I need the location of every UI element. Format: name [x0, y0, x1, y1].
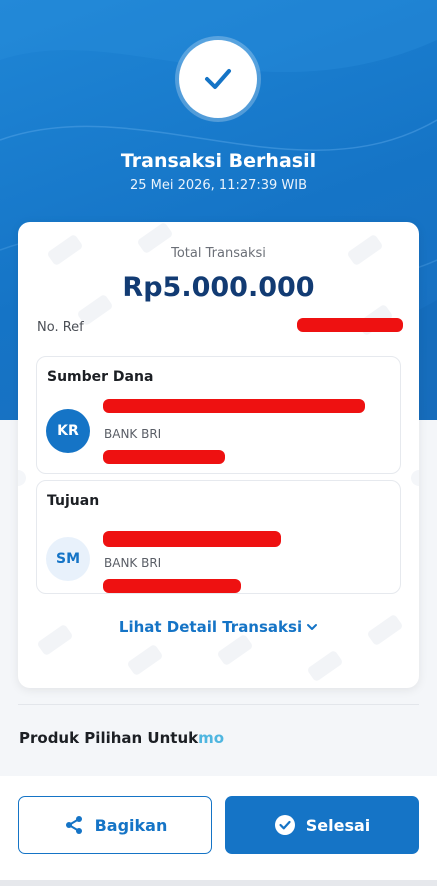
share-button-label: Bagikan [94, 815, 168, 835]
source-of-funds-section: Sumber Dana KR BANK BRI [36, 356, 401, 474]
avatar: SM [46, 537, 90, 581]
receipt-card: Total Transaksi Rp5.000.000 No. Ref Sumb… [18, 222, 419, 688]
done-button-label: Selesai [305, 815, 371, 835]
product-recommendations-title: Produk Pilihan Untukmo [19, 729, 224, 747]
view-transaction-detail-link[interactable]: Lihat Detail Transaksi [18, 618, 419, 637]
destination-bank: BANK BRI [104, 556, 162, 570]
check-circle-icon [274, 814, 296, 836]
source-bank: BANK BRI [104, 427, 162, 441]
chevron-down-icon [306, 619, 318, 637]
redacted-source-name [103, 399, 365, 413]
success-check-badge [179, 40, 257, 118]
brand-logo: mo [198, 729, 225, 747]
destination-title: Tujuan [47, 493, 100, 509]
redacted-ref-number [297, 318, 403, 332]
total-amount: Rp5.000.000 [122, 272, 315, 303]
redacted-destination-account [103, 579, 241, 593]
status-title: Transaksi Berhasil [120, 150, 317, 172]
done-button[interactable]: Selesai [225, 796, 419, 854]
destination-section: Tujuan SM BANK BRI [36, 480, 401, 594]
redacted-source-account [103, 450, 225, 464]
check-icon [205, 69, 231, 89]
transaction-datetime: 25 Mei 2026, 11:27:39 WIB [129, 178, 308, 193]
avatar: KR [46, 409, 90, 453]
detail-link-label: Lihat Detail Transaksi [118, 618, 303, 636]
redacted-destination-name [103, 531, 281, 547]
source-title: Sumber Dana [47, 369, 154, 385]
section-divider [18, 704, 419, 705]
bottom-action-bar: Bagikan Selesai [0, 776, 437, 886]
product-title-text: Produk Pilihan Untuk [19, 729, 199, 747]
share-icon [63, 814, 85, 836]
ref-label: No. Ref [37, 320, 84, 335]
share-button[interactable]: Bagikan [18, 796, 212, 854]
home-indicator [0, 880, 437, 886]
total-label: Total Transaksi [171, 246, 266, 261]
